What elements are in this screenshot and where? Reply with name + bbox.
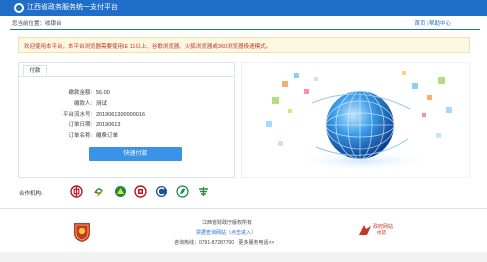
- globe-banner: [241, 62, 470, 178]
- boc-icon[interactable]: [70, 185, 83, 198]
- browser-notice-text: 欢迎使用本平台，本平台浏览器需要使用IE 11以上、谷歌浏览器、火狐浏览器或36…: [24, 44, 272, 50]
- row-payer: 缴款人: 测试: [19, 100, 234, 108]
- abc-icon[interactable]: [114, 185, 127, 198]
- order-date-label: 订单日期:: [68, 122, 92, 128]
- icbc-icon[interactable]: [134, 185, 147, 198]
- order-name-label: 订单名称:: [68, 133, 92, 139]
- row-order-date: 订单日期: 20190613: [19, 121, 234, 129]
- home-link[interactable]: 首页: [415, 21, 426, 27]
- ccb-icon[interactable]: [155, 185, 168, 198]
- footer-divider: [0, 208, 487, 209]
- invoice-query-link[interactable]: 票据查询网站（点击进入）: [196, 229, 256, 236]
- tab-payment[interactable]: 付款: [23, 65, 47, 76]
- row-amount: 缴款金额: 56.00: [19, 89, 234, 97]
- postal-icon[interactable]: [197, 185, 210, 198]
- link-separator: |: [426, 21, 428, 27]
- quick-pay-button[interactable]: 快速付款: [89, 147, 182, 161]
- partners-label: 合作机构:: [19, 191, 43, 197]
- more-phones-link[interactable]: 更多服务电话>>: [238, 240, 274, 246]
- bottom-bar: [0, 252, 487, 262]
- platform-logo-icon: [14, 3, 24, 13]
- footer-owner: 江西省财政厅版权所有: [202, 220, 253, 226]
- gov-website-sub: 找错: [377, 230, 386, 235]
- payer-value: 测试: [96, 101, 108, 107]
- order-name-value: 缴费订单: [96, 133, 119, 139]
- header-bar: 江西省政务服务统一支付平台: [0, 0, 487, 16]
- gov-website-icon: [359, 225, 371, 235]
- payment-card: 付款 缴款金额: 56.00 缴款人: 测试 平台流水号: 2019061300…: [18, 62, 235, 178]
- order-date-value: 20190613: [96, 122, 121, 128]
- header-divider: [10, 29, 480, 30]
- serial-value: 2019061300000016: [96, 112, 145, 118]
- gov-website-badge[interactable]: 政府网站 找错: [358, 222, 398, 238]
- browser-notice: 欢迎使用本平台，本平台浏览器需要使用IE 11以上、谷歌浏览器、火狐浏览器或36…: [18, 37, 470, 53]
- row-serial: 平台流水号: 2019061300000016: [19, 111, 234, 119]
- globe-network-icon: [266, 71, 452, 171]
- hotline-text: 咨询热线：0791-87287700 更多服务电话>>: [174, 239, 274, 246]
- payer-label: 缴款人:: [73, 101, 92, 107]
- amount-value: 56.00: [96, 90, 110, 96]
- amount-label: 缴款金额:: [68, 90, 92, 96]
- tab-divider: [19, 76, 234, 77]
- row-order-name: 订单名称: 缴费订单: [19, 132, 234, 140]
- help-center-link[interactable]: 帮助中心: [429, 21, 451, 27]
- platform-title: 江西省政务服务统一支付平台: [27, 4, 118, 11]
- gov-website-text: 政府网站: [373, 224, 394, 230]
- serial-label: 平台流水号:: [62, 112, 92, 118]
- bank-leaf-icon[interactable]: [176, 185, 189, 198]
- hotline-number: 咨询热线：0791-87287700: [174, 240, 235, 246]
- breadcrumb: 您当前位置：收银台: [12, 21, 62, 27]
- finance-emblem-icon: [74, 223, 90, 242]
- top-links: 首页|帮助中心: [415, 19, 451, 27]
- bank-swirl-icon[interactable]: [92, 185, 105, 198]
